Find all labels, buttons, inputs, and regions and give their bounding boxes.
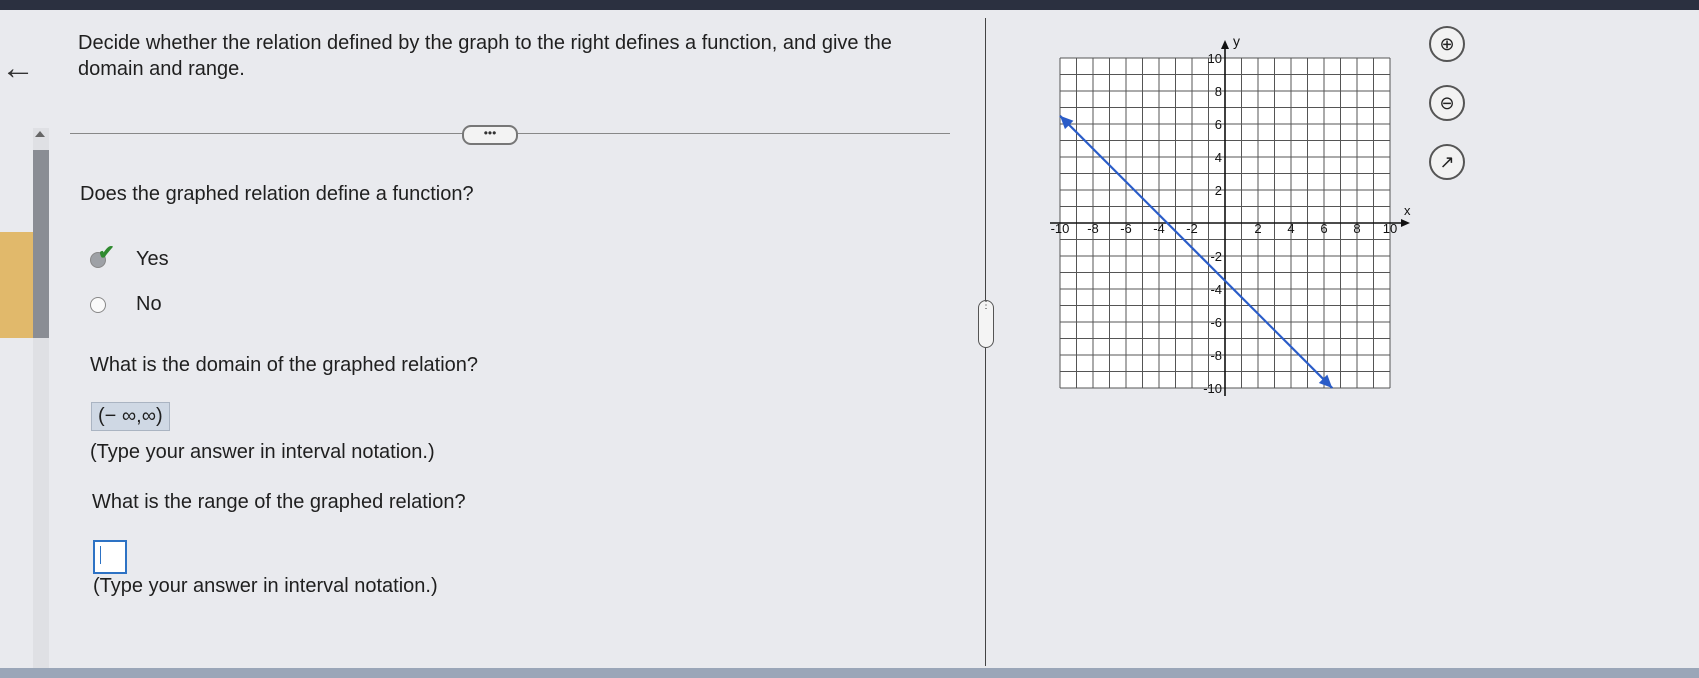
range-hint: (Type your answer in interval notation.) (93, 575, 438, 597)
y-tick-label: 4 (1215, 150, 1222, 165)
y-tick-label: 2 (1215, 183, 1222, 198)
bottom-bar (0, 668, 1699, 678)
more-button[interactable]: ••• (462, 125, 518, 145)
x-tick-label: 6 (1320, 221, 1327, 236)
function-question: Does the graphed relation define a funct… (80, 183, 474, 205)
sidebar-accent (0, 232, 33, 338)
domain-hint: (Type your answer in interval notation.) (90, 441, 435, 463)
top-bar (0, 0, 1699, 10)
radio-no[interactable] (90, 297, 106, 313)
zoom-in-icon[interactable]: ⊕ (1429, 26, 1465, 62)
coordinate-graph: x y -10 -8 -6 -4 -2 2 4 6 8 10 10 8 6 4 2 -2 -4 -6 -8 -10 (1050, 33, 1411, 396)
y-tick-label: -10 (1203, 381, 1222, 396)
y-tick-label: -4 (1210, 282, 1222, 297)
zoom-out-icon[interactable]: ⊖ (1429, 85, 1465, 121)
panel-splitter[interactable]: ⋮ (978, 300, 994, 348)
graph-panel: x y -10 -8 -6 -4 -2 2 4 6 8 10 10 8 6 4 2 -2 -4 -6 -8 -10 (1040, 28, 1420, 408)
y-tick-label: -2 (1210, 249, 1222, 264)
y-axis-label: y (1233, 33, 1240, 49)
x-tick-label: -10 (1051, 221, 1070, 236)
y-tick-label: 8 (1215, 84, 1222, 99)
popout-icon[interactable]: ↗ (1429, 144, 1465, 180)
checkmark-icon: ✔ (98, 242, 115, 264)
x-tick-label: -6 (1120, 221, 1132, 236)
x-tick-label: 8 (1353, 221, 1360, 236)
y-tick-label: -6 (1210, 315, 1222, 330)
y-axis-arrow (1221, 40, 1229, 49)
option-yes-label: Yes (136, 248, 169, 270)
y-tick-label: 10 (1208, 51, 1222, 66)
x-tick-label: -8 (1087, 221, 1099, 236)
range-question: What is the range of the graphed relatio… (92, 491, 466, 513)
domain-question: What is the domain of the graphed relati… (90, 354, 479, 376)
question-prompt: Decide whether the relation defined by t… (78, 32, 892, 80)
x-tick-label: -2 (1186, 221, 1198, 236)
scrollbar-thumb[interactable] (33, 150, 49, 338)
text-caret (100, 546, 101, 564)
x-axis-arrow (1401, 219, 1410, 227)
range-input[interactable] (93, 540, 127, 574)
x-tick-label: 10 (1383, 221, 1397, 236)
y-tick-label: 6 (1215, 117, 1222, 132)
x-axis-label: x (1404, 203, 1411, 218)
y-tick-label: -8 (1210, 348, 1222, 363)
x-tick-label: 2 (1254, 221, 1261, 236)
back-arrow-icon[interactable]: ← (0, 50, 36, 90)
scroll-up-icon[interactable] (35, 131, 45, 137)
x-tick-label: 4 (1287, 221, 1294, 236)
x-tick-label: -4 (1153, 221, 1165, 236)
domain-answer[interactable]: (− ∞,∞) (91, 402, 170, 431)
option-no-label: No (136, 293, 162, 315)
